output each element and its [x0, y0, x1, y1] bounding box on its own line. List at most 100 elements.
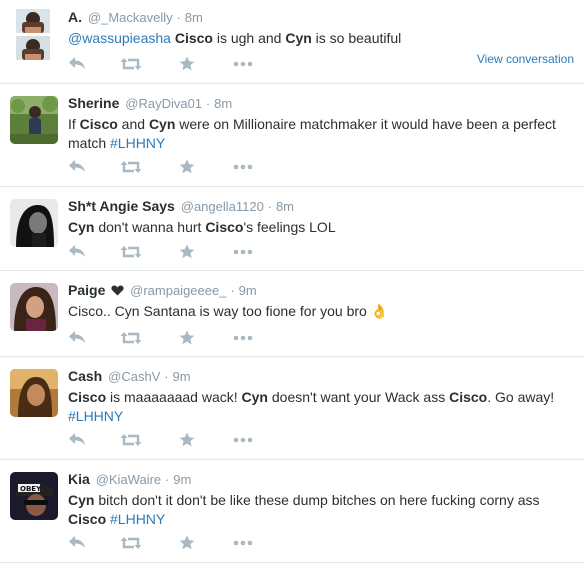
user-handle[interactable]: @CashV	[108, 369, 160, 384]
reply-button[interactable]	[68, 432, 86, 446]
more-button[interactable]	[233, 249, 253, 255]
avatar[interactable]	[10, 96, 58, 144]
tweet-text: Cyn don't wanna hurt Cisco's feelings LO…	[68, 218, 575, 237]
reply-icon	[68, 159, 86, 173]
user-handle[interactable]: @angella1120	[181, 199, 264, 214]
more-icon	[233, 437, 253, 443]
retweet-button[interactable]	[120, 433, 142, 447]
reply-icon	[68, 56, 86, 70]
tweet-text: Cyn bitch don't it don't be like these d…	[68, 491, 575, 529]
tweet-timeline: A. @_Mackavelly · 8m @wassupieasha Cisco…	[0, 0, 585, 573]
tweet-text-segment: is so beautiful	[311, 30, 402, 46]
tweet[interactable]: OBEY Kia @KiaWaire · 9m Cyn bitch don't …	[0, 460, 585, 563]
tweet-actions	[68, 535, 268, 551]
favorite-icon	[179, 159, 195, 174]
favorite-button[interactable]	[179, 159, 195, 174]
user-fullname[interactable]: Sherine	[68, 95, 119, 111]
more-button[interactable]	[233, 540, 253, 546]
favorite-icon	[179, 330, 195, 345]
avatar[interactable]	[16, 9, 50, 60]
more-icon	[233, 61, 253, 67]
tweet-timestamp[interactable]: 9m	[173, 472, 191, 487]
tweet-text-segment: Cyn	[241, 389, 268, 405]
tweet-text-segment: don't wanna hurt	[94, 219, 206, 235]
tweet[interactable]: A. @_Mackavelly · 8m @wassupieasha Cisco…	[0, 0, 585, 84]
avatar[interactable]: OBEY	[10, 472, 58, 520]
view-conversation-link[interactable]: View conversation	[477, 52, 574, 66]
more-button[interactable]	[233, 164, 253, 170]
retweet-icon	[120, 433, 142, 447]
tweet-timestamp[interactable]: 9m	[239, 283, 257, 298]
tweet[interactable]: Paige @rampaigeeee_ · 9m Cisco.. Cyn San…	[0, 271, 585, 357]
user-handle[interactable]: @RayDiva01	[125, 96, 202, 111]
hashtag-link[interactable]: #LHHNY	[110, 135, 165, 151]
favorite-icon	[179, 244, 195, 259]
retweet-icon	[120, 536, 142, 550]
user-handle[interactable]: @KiaWaire	[96, 472, 161, 487]
avatar[interactable]	[10, 199, 58, 247]
reply-button[interactable]	[68, 56, 86, 70]
mention-link[interactable]: @wassupieasha	[68, 30, 171, 46]
tweet-text-segment: is maaaaaaad wack!	[106, 389, 242, 405]
favorite-button[interactable]	[179, 56, 195, 71]
tweet-text-segment: If	[68, 116, 80, 132]
retweet-button[interactable]	[120, 245, 142, 259]
tweet-text-segment: . Go away!	[487, 389, 555, 405]
tweet-text: @wassupieasha Cisco is ugh and Cyn is so…	[68, 29, 575, 48]
favorite-button[interactable]	[179, 330, 195, 345]
more-button[interactable]	[233, 61, 253, 67]
heart-icon	[111, 282, 124, 300]
hashtag-link[interactable]: #LHHNY	[68, 408, 123, 424]
separator-dot: ·	[267, 199, 273, 214]
avatar[interactable]	[10, 369, 58, 417]
user-fullname[interactable]: Kia	[68, 471, 90, 487]
reply-icon	[68, 244, 86, 258]
reply-button[interactable]	[68, 244, 86, 258]
favorite-button[interactable]	[179, 432, 195, 447]
tweet-timestamp[interactable]: 8m	[185, 10, 203, 25]
tweet[interactable]: Sh*t Angie Says @angella1120 · 8m Cyn do…	[0, 187, 585, 271]
tweet-text-segment: Cisco	[68, 511, 107, 527]
tweet[interactable]: Cash @CashV · 9m Cisco is maaaaaaad wack…	[0, 357, 585, 460]
tweet-timestamp[interactable]: 8m	[276, 199, 294, 214]
reply-icon	[68, 330, 86, 344]
tweet[interactable]: Sherine @RayDiva01 · 8m If Cisco and Cyn…	[0, 84, 585, 187]
tweet-timestamp[interactable]: 8m	[214, 96, 232, 111]
tweet-text-segment: Cisco	[205, 219, 244, 235]
avatar[interactable]	[10, 283, 58, 331]
retweet-button[interactable]	[120, 331, 142, 345]
tweet-timestamp[interactable]: 9m	[172, 369, 190, 384]
more-button[interactable]	[233, 437, 253, 443]
retweet-icon	[120, 57, 142, 71]
user-handle[interactable]: @_Mackavelly	[88, 10, 173, 25]
retweet-button[interactable]	[120, 160, 142, 174]
user-fullname[interactable]: Cash	[68, 368, 102, 384]
user-handle[interactable]: @rampaigeeee_	[130, 283, 226, 298]
reply-button[interactable]	[68, 330, 86, 344]
tweet-text: If Cisco and Cyn were on Millionaire mat…	[68, 115, 575, 153]
reply-button[interactable]	[68, 159, 86, 173]
tweet-text-segment: doesn't want your Wack ass	[267, 389, 450, 405]
tweet-text-segment: Cyn	[285, 30, 312, 46]
separator-dot: ·	[164, 369, 169, 384]
svg-text:OBEY: OBEY	[20, 485, 42, 493]
reply-button[interactable]	[68, 535, 86, 549]
more-icon	[233, 164, 253, 170]
favorite-icon	[179, 432, 195, 447]
user-fullname[interactable]: Sh*t Angie Says	[68, 198, 175, 214]
retweet-button[interactable]	[120, 57, 142, 71]
tweet-text-segment: bitch don't it don't be like these dump …	[94, 492, 540, 508]
retweet-icon	[120, 331, 142, 345]
user-fullname[interactable]: Paige	[68, 282, 105, 298]
tweet-actions	[68, 330, 268, 346]
retweet-icon	[120, 245, 142, 259]
retweet-button[interactable]	[120, 536, 142, 550]
favorite-icon	[179, 56, 195, 71]
user-fullname[interactable]: A.	[68, 9, 82, 25]
hashtag-link[interactable]: #LHHNY	[110, 511, 165, 527]
tweet-actions	[68, 56, 268, 72]
favorite-button[interactable]	[179, 244, 195, 259]
more-button[interactable]	[233, 335, 253, 341]
tweet-text-segment: Cisco	[449, 389, 488, 405]
favorite-button[interactable]	[179, 535, 195, 550]
